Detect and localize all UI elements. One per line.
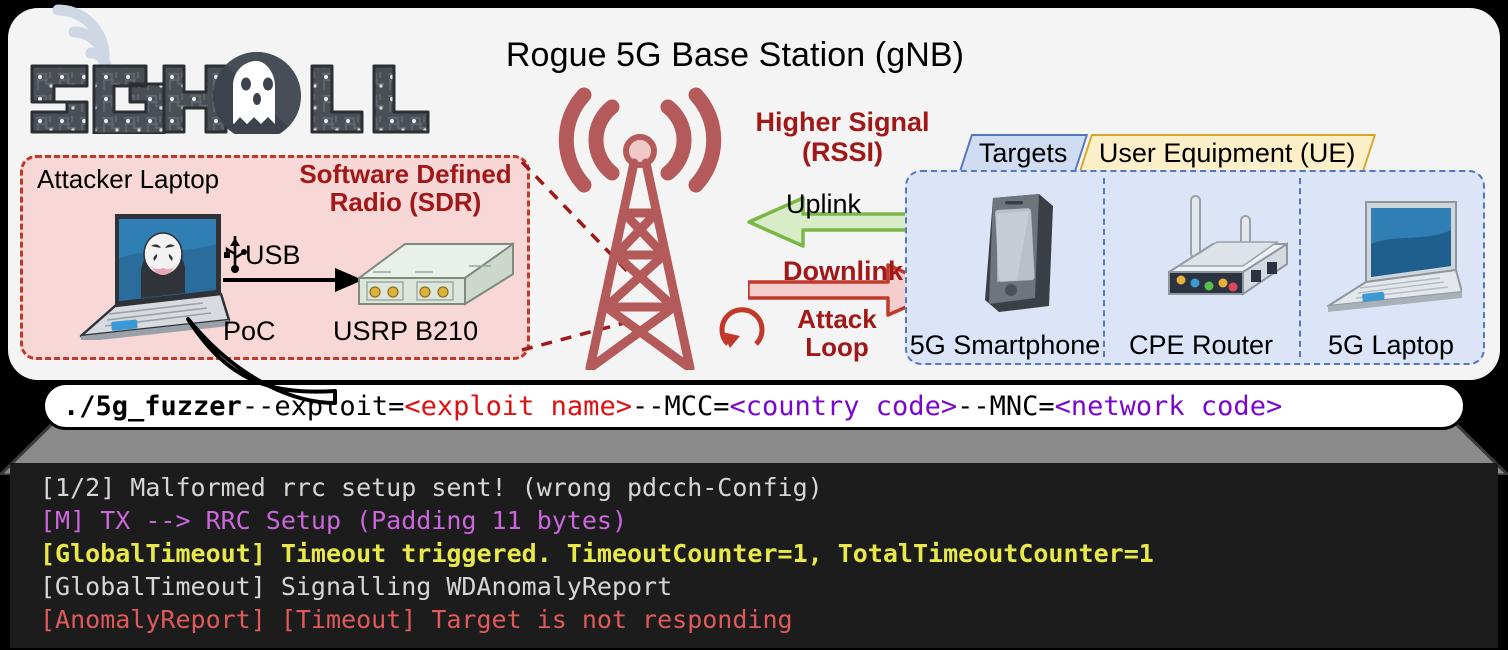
diagram-root: Rogue 5G Base Station (gNB) Attacker Lap… (0, 0, 1508, 650)
terminal-line: [M] TX --> RRC Setup (Padding 11 bytes) (40, 506, 627, 535)
router-icon (1168, 195, 1288, 296)
ue-banner-label: User Equipment (UE) (1098, 137, 1356, 168)
downlink-label: Downlink (783, 256, 903, 286)
ue-item-label-smartphone: 5G Smartphone (909, 330, 1101, 360)
command-value-exploit: <exploit name> (404, 390, 632, 422)
terminal-line: [GlobalTimeout] Timeout triggered. Timeo… (40, 539, 1154, 568)
command-flag-mnc: --MNC= (957, 390, 1055, 422)
terminal-line: [GlobalTimeout] Signalling WDAnomalyRepo… (40, 572, 673, 601)
ue-item-label-router: CPE Router (1128, 330, 1274, 360)
command-value-mnc: <network code> (1054, 390, 1283, 422)
smartphone-icon (985, 194, 1053, 312)
ue-banner-row: Targets User Equipment (UE) (958, 134, 1376, 172)
ue-item-label-laptop: 5G Laptop (1327, 330, 1455, 360)
command-flag-mcc: --MCC= (631, 390, 730, 422)
ue-banner: User Equipment (UE) (1078, 134, 1376, 172)
5ghoul-logo (30, 4, 430, 134)
uplink-label: Uplink (786, 189, 862, 219)
laptop-icon (1327, 201, 1462, 312)
callout-tail (186, 317, 337, 405)
targets-banner-label: Targets (979, 137, 1068, 168)
attacker-panel-label: Attacker Laptop (37, 164, 220, 194)
targets-banner: Targets (958, 134, 1088, 172)
ue-panel: 5G Smartphone CPE Router 5G Laptop (905, 170, 1485, 365)
usb-symbol-icon (224, 236, 247, 273)
attack-loop-icon (719, 307, 765, 348)
terminal-line: [1/2] Malformed rrc setup sent! (wrong p… (40, 473, 823, 502)
usrp-device-label: USRP B210 (333, 316, 479, 346)
terminal-line: [AnomalyReport] [Timeout] Target is not … (40, 605, 793, 634)
attack-loop-label: Attack Loop (797, 304, 877, 363)
base-station-tower-icon (558, 87, 722, 370)
command-value-mcc: <country code> (729, 390, 958, 422)
terminal-output[interactable]: [1/2] Malformed rrc setup sent! (wrong p… (10, 463, 1498, 648)
usb-label: USB (245, 240, 301, 270)
sdr-label: Software Defined Radio (SDR) (299, 159, 512, 218)
page-title: Rogue 5G Base Station (gNB) (505, 36, 965, 74)
rssi-label: Higher Signal (RSSI) (755, 107, 930, 167)
usrp-b210-icon (358, 242, 514, 306)
